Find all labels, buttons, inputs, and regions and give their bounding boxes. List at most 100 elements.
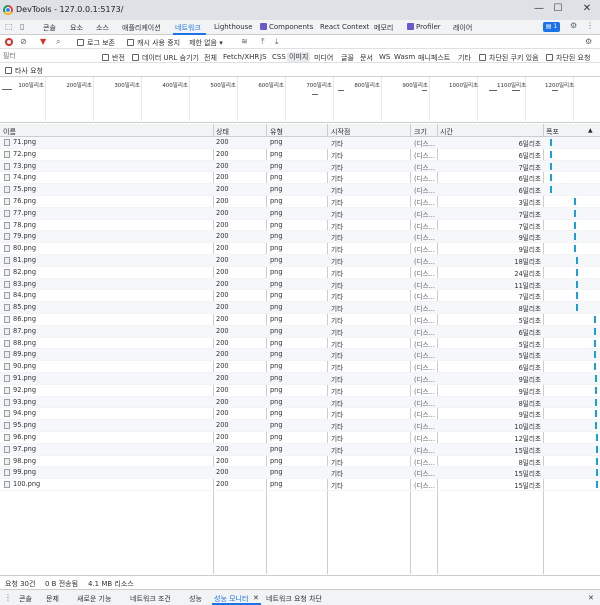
inspect-element-icon[interactable]: ⬚ [5,22,13,31]
tab-components[interactable]: Components [260,23,313,31]
type-filter-other[interactable]: 기타 [458,53,471,63]
filter-icon[interactable]: ▼ [40,37,46,46]
type-filter-js[interactable]: JS [260,53,267,61]
column-size[interactable]: 크기 [414,127,427,137]
tab-layers[interactable]: 레이어 [453,23,472,33]
close-tab-icon[interactable]: ✕ [253,594,259,602]
clear-icon[interactable]: ⊘ [20,37,27,46]
table-row[interactable]: 100.png 200 png 기타 (디스... 15밀리초 [0,479,600,491]
table-row[interactable]: 82.png 200 png 기타 (디스... 24밀리초 [0,267,600,279]
type-filter-fetch-xhr[interactable]: Fetch/XHR [223,53,259,61]
blocked-cookies-checkbox[interactable]: 차단된 쿠키 있음 [479,53,539,63]
settings-gear-icon[interactable]: ⚙ [570,21,577,30]
table-row[interactable]: 72.png 200 png 기타 (디스... 6밀리초 [0,149,600,161]
table-row[interactable]: 80.png 200 png 기타 (디스... 9밀리초 [0,243,600,255]
checkbox-box[interactable] [127,39,134,46]
invert-checkbox[interactable]: 반전 [102,53,125,63]
table-row[interactable]: 89.png 200 png 기타 (디스... 5밀리초 [0,349,600,362]
drawer-tab-network-conditions[interactable]: 네트워크 조건 [130,594,171,604]
close-drawer-icon[interactable]: ✕ [588,594,594,602]
checkbox-box[interactable] [102,54,109,61]
type-filter-wasm[interactable]: Wasm [394,53,415,61]
table-row[interactable]: 87.png 200 png 기타 (디스... 6밀리초 [0,325,600,338]
preserve-log-checkbox[interactable]: 로그 보존 [77,38,115,48]
tab-profiler[interactable]: Profiler [407,23,441,31]
type-filter-manifest[interactable]: 매니페스트 [418,53,450,63]
checkbox-box[interactable] [77,39,84,46]
table-row[interactable]: 90.png 200 png 기타 (디스... 6밀리초 [0,361,600,373]
column-time[interactable]: 시간 [440,127,453,137]
checkbox-box[interactable] [479,54,486,61]
network-settings-gear-icon[interactable]: ⚙ [585,37,592,46]
table-row[interactable]: 85.png 200 png 기타 (디스... 8밀리초 [0,302,600,314]
search-icon[interactable]: ⌕ [56,37,60,47]
checkbox-box[interactable] [5,67,12,74]
table-row[interactable]: 79.png 200 png 기타 (디스... 9밀리초 [0,231,600,244]
tab-application[interactable]: 애플리케이션 [122,23,161,33]
export-har-icon[interactable]: ⤓ [275,37,279,47]
drawer-tab-performance[interactable]: 성능 [189,594,202,604]
table-row[interactable]: 73.png 200 png 기타 (디스... 7밀리초 [0,160,600,173]
tab-react-context[interactable]: React Context [320,23,369,31]
tab-memory[interactable]: 메모리 [374,23,393,33]
column-status[interactable]: 상태 [216,127,229,137]
type-filter-font[interactable]: 글꼴 [341,53,354,63]
disable-cache-checkbox[interactable]: 캐시 사용 중지 [127,38,180,48]
column-initiator[interactable]: 시작점 [331,127,350,137]
column-waterfall[interactable]: 폭포 [546,127,559,137]
type-filter-css[interactable]: CSS [272,53,286,61]
table-row[interactable]: 93.png 200 png 기타 (디스... 8밀리초 [0,396,600,409]
import-har-icon[interactable]: ⤒ [261,37,265,47]
issues-badge[interactable]: ▤ 1 [543,22,560,32]
table-row[interactable]: 71.png 200 png 기타 (디스... 6밀리초 [0,137,600,149]
drawer-tab-whats-new[interactable]: 새로운 기능 [77,594,111,604]
third-party-checkbox[interactable]: 타사 요청 [5,66,43,76]
more-options-icon[interactable]: ⋮ [586,21,594,30]
tab-console[interactable]: 콘솔 [43,23,56,33]
record-stop-icon[interactable] [5,38,13,46]
table-row[interactable]: 77.png 200 png 기타 (디스... 7밀리초 [0,207,600,220]
table-row[interactable]: 98.png 200 png 기타 (디스... 8밀리초 [0,456,600,468]
table-row[interactable]: 81.png 200 png 기타 (디스... 18밀리초 [0,254,600,267]
column-name[interactable]: 이름 [3,127,16,137]
type-filter-doc[interactable]: 문서 [360,53,373,63]
tab-elements[interactable]: 요소 [70,23,83,33]
table-row[interactable]: 99.png 200 png 기타 (디스... 15밀리초 [0,467,600,480]
table-row[interactable]: 75.png 200 png 기타 (디스... 6밀리초 [0,184,600,196]
filter-input[interactable] [3,51,95,61]
throttling-select[interactable]: 제한 없음 ▾ [189,38,223,48]
table-row[interactable]: 88.png 200 png 기타 (디스... 5밀리초 [0,338,600,350]
column-type[interactable]: 유형 [270,127,283,137]
drawer-tab-issues[interactable]: 문제 [46,594,59,604]
drawer-menu-icon[interactable]: ⋮ [4,593,12,602]
table-row[interactable]: 94.png 200 png 기타 (디스... 9밀리초 [0,408,600,421]
table-row[interactable]: 91.png 200 png 기타 (디스... 9밀리초 [0,372,600,385]
type-filter-ws[interactable]: WS [379,53,390,61]
table-row[interactable]: 76.png 200 png 기타 (디스... 3밀리초 [0,196,600,208]
table-row[interactable]: 96.png 200 png 기타 (디스... 12밀리초 [0,432,600,444]
minimize-icon[interactable]: — [533,3,545,14]
type-filter-img[interactable]: 이미지 [287,52,311,62]
table-row[interactable]: 95.png 200 png 기타 (디스... 10밀리초 [0,420,600,432]
drawer-tab-console[interactable]: 콘솔 [19,594,32,604]
tab-network[interactable]: 네트워크 [175,23,201,33]
checkbox-box[interactable] [132,54,139,61]
type-filter-all[interactable]: 전체 [204,53,217,63]
type-filter-media[interactable]: 미디어 [314,53,333,63]
table-row[interactable]: 86.png 200 png 기타 (디스... 5밀리초 [0,314,600,326]
device-toolbar-icon[interactable]: ▯ [20,22,24,31]
blocked-requests-checkbox[interactable]: 차단된 요청 [546,53,590,63]
table-row[interactable]: 78.png 200 png 기타 (디스... 7밀리초 [0,220,600,232]
tab-sources[interactable]: 소스 [96,23,109,33]
close-window-icon[interactable]: ✕ [581,3,593,14]
table-row[interactable]: 74.png 200 png 기타 (디스... 6밀리초 [0,172,600,185]
table-row[interactable]: 84.png 200 png 기타 (디스... 7밀리초 [0,290,600,303]
checkbox-box[interactable] [546,54,553,61]
table-row[interactable]: 83.png 200 png 기타 (디스... 11밀리초 [0,278,600,291]
maximize-icon[interactable]: ☐ [552,3,564,14]
table-row[interactable]: 92.png 200 png 기타 (디스... 9밀리초 [0,385,600,397]
tab-lighthouse[interactable]: Lighthouse [214,23,253,31]
network-conditions-icon[interactable]: ≋ [241,37,248,46]
hide-data-urls-checkbox[interactable]: 데이터 URL 숨기기 [132,53,199,63]
table-row[interactable]: 97.png 200 png 기타 (디스... 15밀리초 [0,443,600,456]
